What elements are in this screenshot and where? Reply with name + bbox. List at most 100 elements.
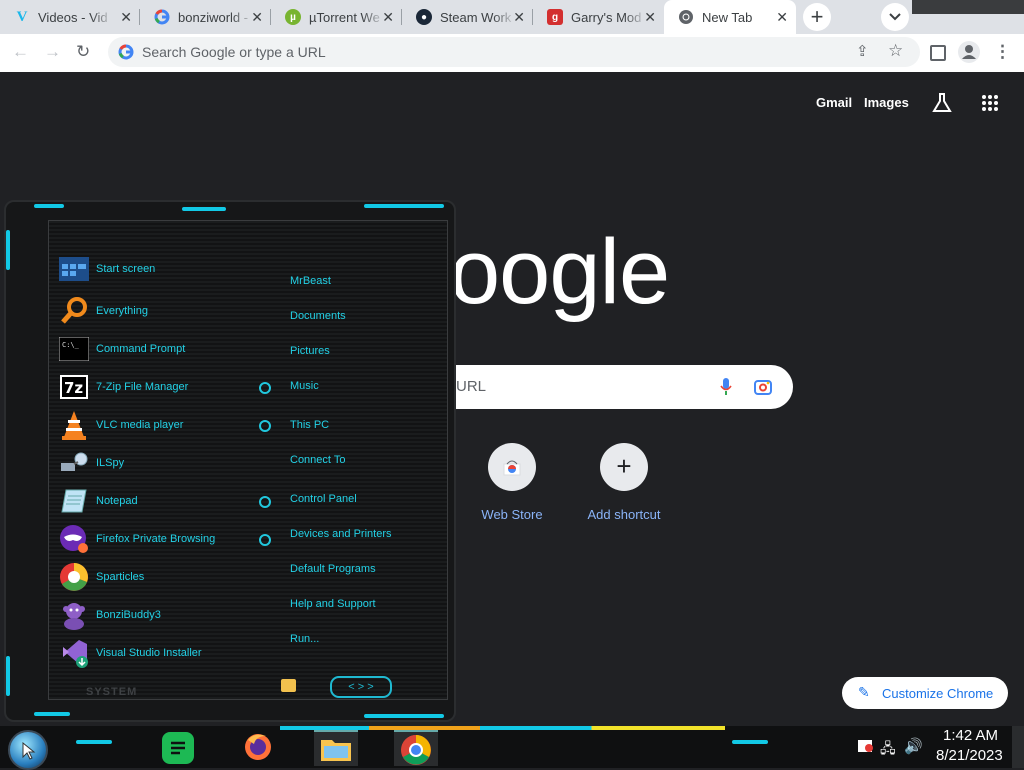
place-mrbeast[interactable]: MrBeast xyxy=(290,275,331,287)
program-ilspy[interactable]: ILSpy xyxy=(59,449,124,477)
search-box[interactable]: URL xyxy=(430,365,793,409)
gmail-link[interactable]: Gmail xyxy=(816,95,852,110)
shortcut-icon-circle xyxy=(488,443,536,491)
program-notepad[interactable]: Notepad xyxy=(59,487,138,515)
menu-kebab-icon[interactable]: ⋮ xyxy=(994,42,1011,62)
omnibox[interactable]: Search Google or type a URL ⇪ ☆ xyxy=(108,37,920,67)
tab-strip: V Videos - Vid ✕ bonziworld - ✕ µ µTorre… xyxy=(0,0,1024,34)
search-placeholder: URL xyxy=(456,378,487,395)
cursor-icon xyxy=(22,742,36,760)
place-default-programs[interactable]: Default Programs xyxy=(290,563,376,575)
profile-avatar[interactable] xyxy=(958,41,980,63)
place-connect-to[interactable]: Connect To xyxy=(290,454,345,466)
chrome-taskbar-button[interactable] xyxy=(394,730,438,766)
close-icon[interactable]: ✕ xyxy=(644,9,656,25)
command-prompt-icon: C:\_ xyxy=(59,335,89,363)
place-music[interactable]: Music xyxy=(290,380,319,392)
system-label: SYSTEM xyxy=(86,686,138,698)
customize-chrome-button[interactable]: ✎ Customize Chrome xyxy=(842,677,1008,709)
program-start-screen[interactable]: Start screen xyxy=(59,255,155,283)
place-this-pc[interactable]: This PC xyxy=(290,419,329,431)
frame-accent xyxy=(182,207,226,211)
shortcut-label: Web Store xyxy=(481,507,543,522)
apps-grid-icon[interactable] xyxy=(981,94,999,112)
tab-4[interactable]: ● Steam Work ✕ xyxy=(402,0,533,34)
file-explorer-button[interactable] xyxy=(314,730,358,766)
program-label: Notepad xyxy=(96,495,138,507)
add-shortcut-button[interactable]: + Add shortcut xyxy=(580,443,668,533)
place-documents[interactable]: Documents xyxy=(290,310,346,322)
tab-1[interactable]: V Videos - Vid ✕ xyxy=(0,0,140,34)
tab-2[interactable]: bonziworld - ✕ xyxy=(140,0,271,34)
program-7zip[interactable]: 7z 7-Zip File Manager xyxy=(59,373,188,401)
close-icon[interactable]: ✕ xyxy=(120,9,132,25)
volume-icon[interactable]: 🔊 xyxy=(904,737,923,755)
program-label: 7-Zip File Manager xyxy=(96,381,189,393)
close-icon[interactable]: ✕ xyxy=(382,9,394,25)
program-label: Sparticles xyxy=(96,571,145,583)
clock-date[interactable]: 8/21/2023 xyxy=(936,747,1003,764)
program-everything[interactable]: Everything xyxy=(59,297,148,325)
microphone-icon[interactable] xyxy=(720,378,732,396)
google-lens-icon[interactable] xyxy=(754,378,772,396)
tab-5[interactable]: g Garry's Mod ✕ xyxy=(533,0,664,34)
frame-accent xyxy=(364,714,444,718)
shortcut-web-store[interactable]: Web Store xyxy=(470,443,554,533)
program-vlc[interactable]: VLC media player xyxy=(59,411,183,440)
web-store-icon xyxy=(503,460,521,476)
tab-6-active[interactable]: New Tab ✕ xyxy=(664,0,796,34)
program-firefox-private[interactable]: Firefox Private Browsing xyxy=(59,525,215,553)
program-sparticles[interactable]: Sparticles xyxy=(59,563,144,591)
frame-accent xyxy=(6,230,10,270)
action-center-flag-icon[interactable] xyxy=(858,740,873,752)
svg-text:7z: 7z xyxy=(64,379,83,397)
bookmark-star-icon[interactable]: ☆ xyxy=(888,41,903,61)
tab-title: Steam Work xyxy=(440,9,512,25)
forward-icon[interactable]: → xyxy=(44,42,61,62)
reload-icon[interactable]: ↻ xyxy=(76,42,90,62)
program-command-prompt[interactable]: C:\_ Command Prompt xyxy=(59,335,185,363)
frame-accent xyxy=(34,204,64,208)
program-label: Start screen xyxy=(96,263,156,275)
frame-accent xyxy=(364,204,444,208)
frame-accent xyxy=(732,740,768,744)
shortcut-label: Add shortcut xyxy=(587,507,661,522)
shutdown-options-button[interactable]: < > > xyxy=(330,676,392,698)
new-tab-button[interactable]: + xyxy=(803,3,831,31)
clock-time[interactable]: 1:42 AM xyxy=(943,727,998,744)
notes-app-icon[interactable] xyxy=(162,732,194,764)
window-frame-edge xyxy=(912,0,1024,14)
place-pictures[interactable]: Pictures xyxy=(290,345,330,357)
google-icon xyxy=(154,9,170,25)
network-icon[interactable]: 🖧 xyxy=(880,738,896,762)
program-bonzibuddy[interactable]: BonziBuddy3 xyxy=(59,601,161,630)
tab-title: Videos - Vid xyxy=(38,9,108,25)
7zip-icon: 7z xyxy=(59,373,89,401)
garrysmod-icon: g xyxy=(547,9,563,25)
side-panel-icon[interactable] xyxy=(930,45,946,61)
program-label: Visual Studio Installer xyxy=(96,647,202,659)
lock-icon[interactable] xyxy=(281,679,296,692)
ilspy-icon xyxy=(59,449,89,477)
close-icon[interactable]: ✕ xyxy=(251,9,263,25)
program-vs-installer[interactable]: Visual Studio Installer xyxy=(59,639,202,668)
close-icon[interactable]: ✕ xyxy=(776,9,788,25)
place-control-panel[interactable]: Control Panel xyxy=(290,493,357,505)
vlc-icon xyxy=(59,411,89,440)
start-orb-button[interactable] xyxy=(8,730,48,770)
place-run[interactable]: Run... xyxy=(290,633,319,645)
place-help-support[interactable]: Help and Support xyxy=(290,598,376,610)
tab-3[interactable]: µ µTorrent We ✕ xyxy=(271,0,402,34)
place-devices-printers[interactable]: Devices and Printers xyxy=(290,528,392,540)
images-link[interactable]: Images xyxy=(864,95,909,110)
tab-search-button[interactable] xyxy=(881,3,909,31)
share-icon[interactable]: ⇪ xyxy=(856,42,869,62)
tab-title: Garry's Mod xyxy=(571,9,642,25)
vimeo-icon: V xyxy=(16,8,28,25)
close-icon[interactable]: ✕ xyxy=(513,9,525,25)
firefox-icon[interactable] xyxy=(242,730,274,762)
show-desktop-button[interactable] xyxy=(1012,726,1024,768)
back-icon[interactable]: ← xyxy=(12,42,29,62)
frame-accent xyxy=(34,712,70,716)
labs-flask-icon[interactable] xyxy=(931,92,953,114)
